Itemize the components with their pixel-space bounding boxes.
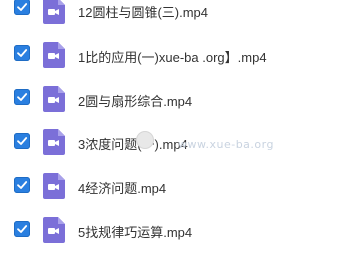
file-name: 1比的应用(一)xue-ba .org】.mp4 [78, 50, 267, 65]
loading-spinner-icon [137, 132, 153, 148]
video-file-icon [43, 173, 65, 199]
file-checkbox[interactable] [14, 177, 30, 193]
file-checkbox[interactable] [14, 221, 30, 237]
video-file-icon [43, 86, 65, 112]
video-file-icon [43, 42, 65, 68]
file-row[interactable]: 2圆与扇形综合.mp4 [0, 86, 340, 126]
file-name: 5找规律巧运算.mp4 [78, 225, 193, 240]
file-name: 12圆柱与圆锥(三).mp4 [78, 5, 209, 20]
file-checkbox[interactable] [14, 45, 30, 61]
file-name: 4经济问题.mp4 [78, 181, 167, 196]
video-file-icon [43, 217, 65, 243]
file-row[interactable]: 3浓度问题(一).mp4 [0, 128, 340, 168]
video-file-icon [43, 0, 65, 24]
file-row[interactable]: 1比的应用(一)xue-ba .org】.mp4 [0, 42, 340, 82]
file-row[interactable]: 5找规律巧运算.mp4 [0, 214, 340, 254]
file-checkbox[interactable] [14, 89, 30, 105]
file-list: 12圆柱与圆锥(三).mp4 1比的应用(一)xue-ba .org】.mp4 … [0, 0, 340, 252]
file-row[interactable]: 12圆柱与圆锥(三).mp4 [0, 0, 340, 40]
file-checkbox[interactable] [14, 0, 30, 15]
video-file-icon [43, 129, 65, 155]
watermark: www.xue-ba.org [178, 138, 274, 151]
file-name: 2圆与扇形综合.mp4 [78, 94, 193, 109]
file-checkbox[interactable] [14, 133, 30, 149]
file-name: 3浓度问题(一).mp4 [78, 137, 188, 152]
file-row[interactable]: 4经济问题.mp4 [0, 171, 340, 211]
